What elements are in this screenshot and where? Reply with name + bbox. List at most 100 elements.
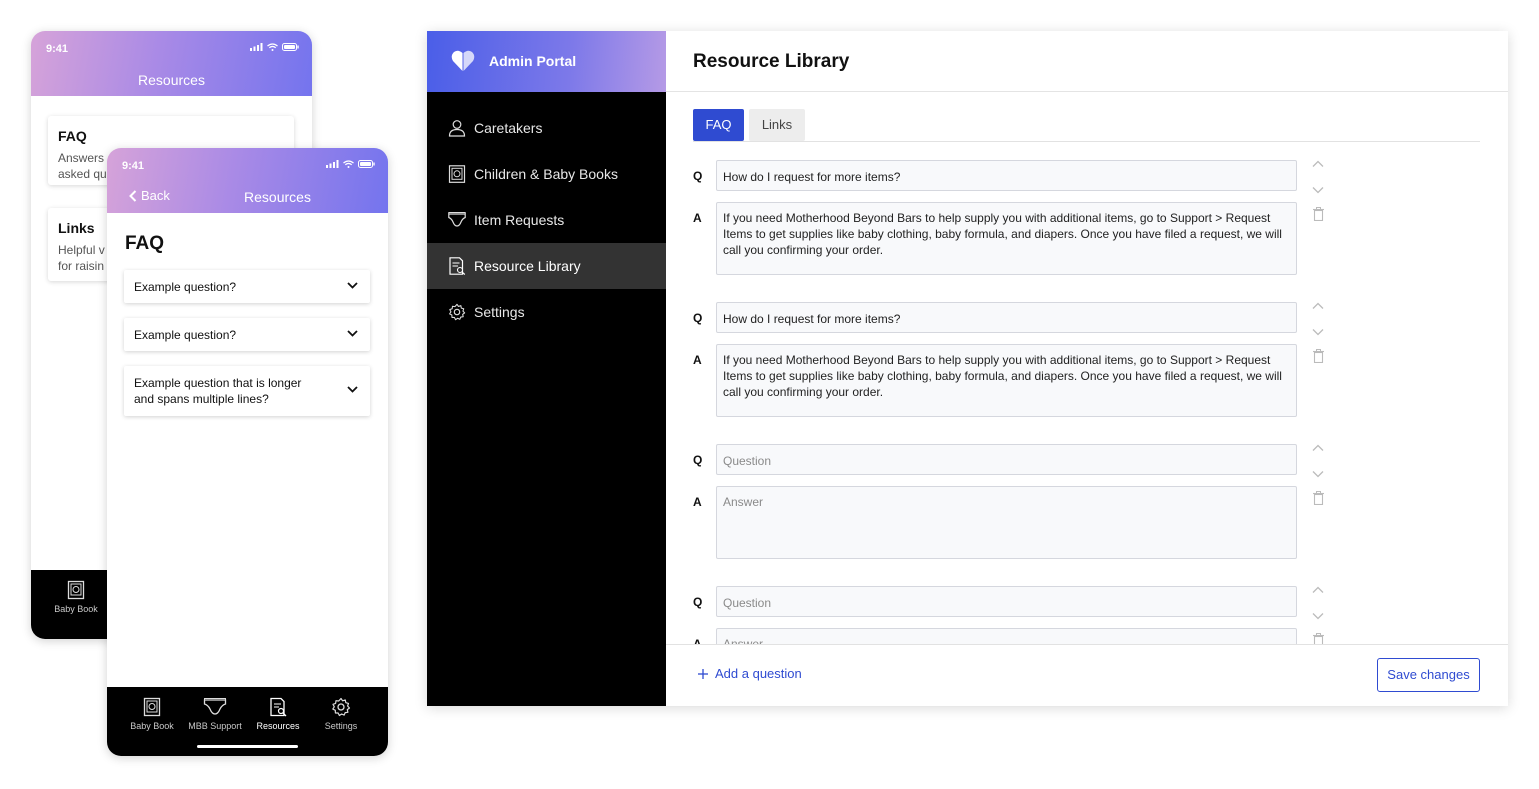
back-label: Back bbox=[141, 188, 170, 203]
faq-question-item[interactable]: Example question? bbox=[124, 318, 370, 351]
gear-icon bbox=[449, 303, 466, 321]
chevron-left-icon bbox=[129, 189, 137, 202]
faq-entry: Q Question A Answer bbox=[666, 568, 1508, 644]
faq-question-item[interactable]: Example question that is longer and span… bbox=[124, 366, 370, 416]
baby-book-icon bbox=[67, 580, 85, 600]
nav-label: Children & Baby Books bbox=[474, 166, 618, 182]
phone-header: 9:41 Back Resources bbox=[107, 148, 388, 213]
tab-label: MBB Support bbox=[188, 721, 242, 731]
answer-label: A bbox=[693, 353, 702, 367]
nav-item-caretakers[interactable]: Caretakers bbox=[427, 105, 666, 151]
back-button[interactable]: Back bbox=[129, 188, 170, 203]
trash-icon[interactable] bbox=[1313, 633, 1324, 644]
question-label: Q bbox=[693, 169, 703, 183]
battery-icon bbox=[358, 160, 375, 168]
question-input[interactable]: How do I request for more items? bbox=[716, 160, 1297, 191]
move-up-icon[interactable] bbox=[1312, 160, 1324, 168]
trash-icon[interactable] bbox=[1313, 349, 1324, 363]
add-question-button[interactable]: Add a question bbox=[698, 666, 802, 681]
screen-title: Resources bbox=[244, 189, 311, 205]
move-up-icon[interactable] bbox=[1312, 302, 1324, 310]
tab-settings[interactable]: Settings bbox=[309, 697, 373, 731]
page-title: Resource Library bbox=[693, 51, 850, 72]
question-input[interactable]: Question bbox=[716, 444, 1297, 475]
question-label: Q bbox=[693, 595, 703, 609]
status-icons bbox=[326, 160, 375, 168]
heart-logo-icon bbox=[451, 50, 475, 71]
faq-entry: Q Question A Answer bbox=[666, 426, 1508, 568]
tab-bar: Baby Book MBB Support Resources Settings bbox=[107, 687, 388, 756]
divider bbox=[666, 91, 1508, 92]
move-up-icon[interactable] bbox=[1312, 586, 1324, 594]
gear-icon bbox=[332, 697, 351, 717]
baby-book-icon bbox=[448, 165, 466, 183]
baby-book-icon bbox=[143, 697, 161, 717]
move-down-icon[interactable] bbox=[1312, 612, 1324, 620]
tab-links[interactable]: Links bbox=[749, 109, 805, 141]
move-down-icon[interactable] bbox=[1312, 328, 1324, 336]
question-label: Q bbox=[693, 311, 703, 325]
nav-item-settings[interactable]: Settings bbox=[427, 289, 666, 335]
answer-label: A bbox=[693, 495, 702, 509]
person-icon bbox=[448, 120, 466, 137]
signal-icon bbox=[250, 43, 263, 51]
phone-faq-screen: 9:41 Back Resources FAQ Example question… bbox=[107, 148, 388, 756]
nav-item-resource-library[interactable]: Resource Library bbox=[427, 243, 666, 289]
faq-question-text: Example question that is longer and span… bbox=[134, 376, 302, 406]
move-up-icon[interactable] bbox=[1312, 444, 1324, 452]
trash-icon[interactable] bbox=[1313, 207, 1324, 221]
admin-portal-window: Admin Portal Caretakers Children & Baby … bbox=[427, 31, 1508, 706]
tab-mbb-support[interactable]: MBB Support bbox=[183, 697, 247, 731]
faq-question-text: Example question? bbox=[134, 328, 237, 342]
phone-header: 9:41 Resources bbox=[31, 31, 312, 96]
chevron-down-icon bbox=[347, 282, 358, 289]
nav-label: Resource Library bbox=[474, 258, 581, 274]
question-input[interactable]: Question bbox=[716, 586, 1297, 617]
signal-icon bbox=[326, 160, 339, 168]
home-indicator bbox=[197, 745, 298, 748]
faq-heading: FAQ bbox=[125, 233, 165, 254]
move-down-icon[interactable] bbox=[1312, 186, 1324, 194]
wifi-icon bbox=[267, 43, 278, 51]
faq-entry: Q How do I request for more items? A If … bbox=[666, 142, 1508, 284]
tab-label: Baby Book bbox=[54, 604, 98, 614]
resources-icon bbox=[270, 697, 287, 717]
add-question-label: Add a question bbox=[715, 666, 802, 681]
status-time: 9:41 bbox=[46, 43, 69, 55]
answer-textarea[interactable]: Answer bbox=[716, 628, 1297, 644]
question-input[interactable]: How do I request for more items? bbox=[716, 302, 1297, 333]
diaper-icon bbox=[203, 698, 227, 715]
nav-item-children-baby-books[interactable]: Children & Baby Books bbox=[427, 151, 666, 197]
tab-baby-book[interactable]: Baby Book bbox=[44, 580, 108, 614]
trash-icon[interactable] bbox=[1313, 491, 1324, 505]
answer-textarea[interactable]: Answer bbox=[716, 486, 1297, 559]
sidebar-header: Admin Portal bbox=[427, 31, 666, 92]
answer-textarea[interactable]: If you need Motherhood Beyond Bars to he… bbox=[716, 344, 1297, 417]
faq-entry: Q How do I request for more items? A If … bbox=[666, 284, 1508, 426]
save-changes-button[interactable]: Save changes bbox=[1377, 658, 1480, 692]
tab-label: Baby Book bbox=[130, 721, 174, 731]
sidebar: Admin Portal Caretakers Children & Baby … bbox=[427, 31, 666, 706]
wifi-icon bbox=[343, 160, 354, 168]
faq-question-item[interactable]: Example question? bbox=[124, 270, 370, 303]
resources-icon bbox=[449, 257, 466, 275]
answer-label: A bbox=[693, 637, 702, 644]
question-label: Q bbox=[693, 453, 703, 467]
answer-textarea[interactable]: If you need Motherhood Beyond Bars to he… bbox=[716, 202, 1297, 275]
nav-label: Settings bbox=[474, 304, 525, 320]
tab-faq[interactable]: FAQ bbox=[693, 109, 744, 141]
move-down-icon[interactable] bbox=[1312, 470, 1324, 478]
chevron-down-icon bbox=[347, 386, 358, 393]
status-time: 9:41 bbox=[122, 160, 145, 172]
nav-label: Item Requests bbox=[474, 212, 565, 228]
chevron-down-icon bbox=[347, 330, 358, 337]
brand-name: Admin Portal bbox=[489, 53, 577, 69]
nav-item-item-requests[interactable]: Item Requests bbox=[427, 197, 666, 243]
screen-title: Resources bbox=[138, 72, 205, 88]
faq-editor-list: Q How do I request for more items? A If … bbox=[666, 142, 1508, 644]
battery-icon bbox=[282, 43, 299, 51]
tab-baby-book[interactable]: Baby Book bbox=[120, 697, 184, 731]
answer-label: A bbox=[693, 211, 702, 225]
faq-question-text: Example question? bbox=[134, 280, 237, 294]
tab-resources[interactable]: Resources bbox=[246, 697, 310, 731]
